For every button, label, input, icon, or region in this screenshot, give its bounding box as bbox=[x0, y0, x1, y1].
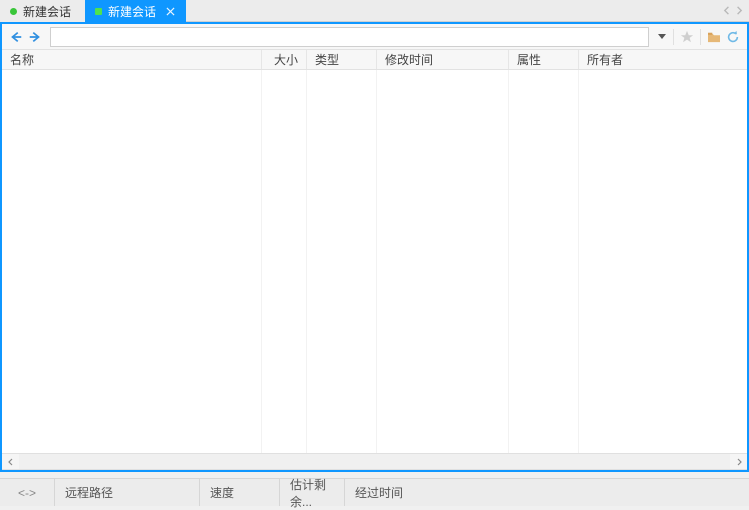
tab-label: 新建会话 bbox=[108, 3, 156, 20]
scroll-tabs-left-icon[interactable] bbox=[723, 6, 732, 15]
bookmark-icon[interactable] bbox=[679, 29, 695, 45]
status-speed: 速度 bbox=[200, 479, 280, 506]
forward-button[interactable] bbox=[27, 29, 43, 45]
tab-label: 新建会话 bbox=[23, 3, 71, 20]
horizontal-scrollbar[interactable] bbox=[2, 453, 747, 470]
separator bbox=[673, 29, 674, 45]
column-header-type[interactable]: 类型 bbox=[307, 50, 377, 69]
close-tab-icon[interactable] bbox=[164, 5, 176, 17]
column-header-attr[interactable]: 属性 bbox=[509, 50, 579, 69]
status-elapsed: 经过时间 bbox=[345, 479, 749, 506]
status-dot-icon bbox=[10, 8, 17, 15]
scroll-tabs-right-icon[interactable] bbox=[734, 6, 743, 15]
scroll-left-icon[interactable] bbox=[2, 454, 19, 469]
file-list-area[interactable] bbox=[2, 70, 747, 453]
session-panel: 名称 大小 类型 修改时间 属性 所有者 bbox=[0, 22, 749, 472]
column-header-size[interactable]: 大小 bbox=[262, 50, 307, 69]
status-eta: 估计剩余... bbox=[280, 479, 345, 506]
separator bbox=[700, 29, 701, 45]
path-input[interactable] bbox=[50, 27, 649, 47]
tab-strip: 新建会话 新建会话 bbox=[0, 0, 749, 22]
session-tab-2[interactable]: 新建会话 bbox=[85, 0, 186, 22]
status-dot-icon bbox=[95, 8, 102, 15]
tab-scroll-arrows bbox=[723, 0, 743, 21]
navigation-toolbar bbox=[2, 24, 747, 50]
path-dropdown-icon[interactable] bbox=[656, 27, 668, 47]
columns-header: 名称 大小 类型 修改时间 属性 所有者 bbox=[2, 50, 747, 70]
new-folder-icon[interactable] bbox=[706, 29, 722, 45]
scrollbar-track[interactable] bbox=[19, 454, 730, 469]
back-button[interactable] bbox=[8, 29, 24, 45]
column-header-name[interactable]: 名称 bbox=[2, 50, 262, 69]
scroll-right-icon[interactable] bbox=[730, 454, 747, 469]
column-header-mtime[interactable]: 修改时间 bbox=[377, 50, 509, 69]
session-tab-1[interactable]: 新建会话 bbox=[0, 0, 85, 22]
refresh-icon[interactable] bbox=[725, 29, 741, 45]
status-bar: <-> 远程路径 速度 估计剩余... 经过时间 bbox=[0, 478, 749, 506]
transfer-indicator: <-> bbox=[0, 479, 55, 506]
column-header-owner[interactable]: 所有者 bbox=[579, 50, 747, 69]
status-remote-path: 远程路径 bbox=[55, 479, 200, 506]
